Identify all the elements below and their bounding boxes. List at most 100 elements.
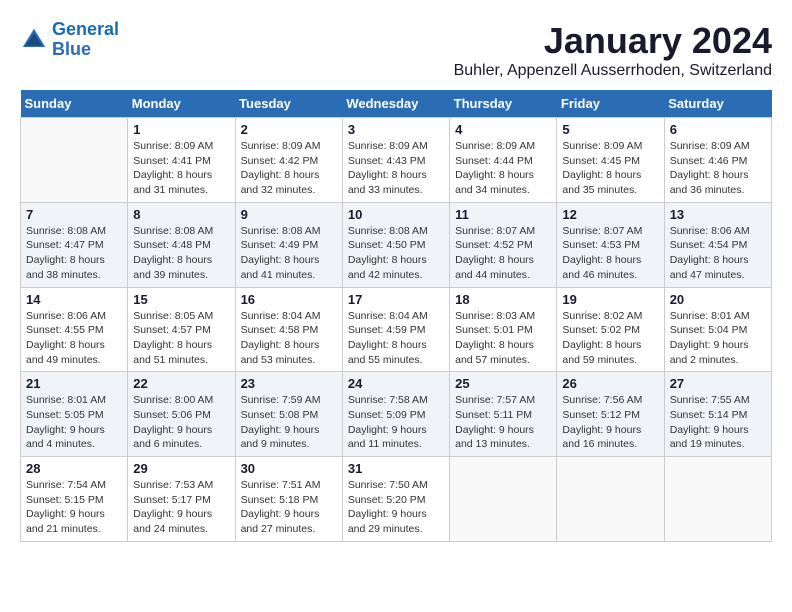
calendar-cell: 30Sunrise: 7:51 AM Sunset: 5:18 PM Dayli… [235,457,342,542]
weekday-header-monday: Monday [128,90,235,118]
day-info: Sunrise: 8:07 AM Sunset: 4:52 PM Dayligh… [455,224,551,283]
weekday-header-friday: Friday [557,90,664,118]
calendar-table: SundayMondayTuesdayWednesdayThursdayFrid… [20,90,772,542]
day-info: Sunrise: 7:54 AM Sunset: 5:15 PM Dayligh… [26,478,122,537]
calendar-cell: 14Sunrise: 8:06 AM Sunset: 4:55 PM Dayli… [21,287,128,372]
day-info: Sunrise: 7:59 AM Sunset: 5:08 PM Dayligh… [241,393,337,452]
weekday-header-thursday: Thursday [450,90,557,118]
day-number: 4 [455,122,551,137]
day-info: Sunrise: 8:09 AM Sunset: 4:41 PM Dayligh… [133,139,229,198]
day-number: 26 [562,376,658,391]
calendar-cell: 9Sunrise: 8:08 AM Sunset: 4:49 PM Daylig… [235,202,342,287]
calendar-cell: 20Sunrise: 8:01 AM Sunset: 5:04 PM Dayli… [664,287,771,372]
calendar-cell [21,118,128,203]
day-number: 8 [133,207,229,222]
calendar-week-row: 7Sunrise: 8:08 AM Sunset: 4:47 PM Daylig… [21,202,772,287]
calendar-cell: 7Sunrise: 8:08 AM Sunset: 4:47 PM Daylig… [21,202,128,287]
day-number: 16 [241,292,337,307]
logo-text: General Blue [52,20,119,60]
day-info: Sunrise: 8:03 AM Sunset: 5:01 PM Dayligh… [455,309,551,368]
day-number: 23 [241,376,337,391]
calendar-cell: 28 Sunrise: 7:54 AM Sunset: 5:15 PM Dayli… [21,457,128,542]
day-info: Sunrise: 8:09 AM Sunset: 4:43 PM Dayligh… [348,139,444,198]
calendar-cell: 8 Sunrise: 8:08 AM Sunset: 4:48 PM Daylig… [128,202,235,287]
day-number: 3 [348,122,444,137]
calendar-cell: 31 Sunrise: 7:50 AM Sunset: 5:20 PM Dayli… [342,457,449,542]
weekday-header-tuesday: Tuesday [235,90,342,118]
day-number: 25 [455,376,551,391]
calendar-cell: 1 Sunrise: 8:09 AM Sunset: 4:41 PM Daylig… [128,118,235,203]
logo: General Blue [20,20,119,60]
day-info: Sunrise: 8:00 AM Sunset: 5:06 PM Dayligh… [133,393,229,452]
day-info: Sunrise: 8:09 AM Sunset: 4:42 PM Dayligh… [241,139,337,198]
header: General Blue January 2024 Buhler, Appenz… [20,20,772,80]
day-info: Sunrise: 7:51 AM Sunset: 5:18 PM Dayligh… [241,478,337,537]
day-number: 12 [562,207,658,222]
calendar-cell: 25 Sunrise: 7:57 AM Sunset: 5:11 PM Dayli… [450,372,557,457]
day-info: Sunrise: 7:56 AM Sunset: 5:12 PM Dayligh… [562,393,658,452]
calendar-cell: 22 Sunrise: 8:00 AM Sunset: 5:06 PM Dayli… [128,372,235,457]
calendar-cell: 19 Sunrise: 8:02 AM Sunset: 5:02 PM Dayli… [557,287,664,372]
calendar-cell: 18 Sunrise: 8:03 AM Sunset: 5:01 PM Dayli… [450,287,557,372]
calendar-cell: 29 Sunrise: 7:53 AM Sunset: 5:17 PM Dayli… [128,457,235,542]
calendar-cell: 23 Sunrise: 7:59 AM Sunset: 5:08 PM Dayli… [235,372,342,457]
day-number: 27 [670,376,766,391]
day-info: Sunrise: 8:02 AM Sunset: 5:02 PM Dayligh… [562,309,658,368]
day-info: Sunrise: 8:04 AM Sunset: 4:59 PM Dayligh… [348,309,444,368]
calendar-cell [450,457,557,542]
logo-line1: General [52,19,119,39]
day-number: 10 [348,207,444,222]
day-info: Sunrise: 8:08 AM Sunset: 4:50 PM Dayligh… [348,224,444,283]
weekday-header-row: SundayMondayTuesdayWednesdayThursdayFrid… [21,90,772,118]
day-info: Sunrise: 8:05 AM Sunset: 4:57 PM Dayligh… [133,309,229,368]
calendar-week-row: 21Sunrise: 8:01 AM Sunset: 5:05 PM Dayli… [21,372,772,457]
day-number: 2 [241,122,337,137]
day-number: 31 [348,461,444,476]
month-title: January 2024 [454,20,772,62]
day-info: Sunrise: 8:09 AM Sunset: 4:44 PM Dayligh… [455,139,551,198]
day-info: Sunrise: 7:50 AM Sunset: 5:20 PM Dayligh… [348,478,444,537]
day-info: Sunrise: 7:55 AM Sunset: 5:14 PM Dayligh… [670,393,766,452]
day-info: Sunrise: 8:07 AM Sunset: 4:53 PM Dayligh… [562,224,658,283]
calendar-week-row: 28 Sunrise: 7:54 AM Sunset: 5:15 PM Dayli… [21,457,772,542]
day-number: 28 [26,461,122,476]
day-number: 19 [562,292,658,307]
day-info: Sunrise: 8:04 AM Sunset: 4:58 PM Dayligh… [241,309,337,368]
day-number: 5 [562,122,658,137]
calendar-cell: 6Sunrise: 8:09 AM Sunset: 4:46 PM Daylig… [664,118,771,203]
calendar-week-row: 14Sunrise: 8:06 AM Sunset: 4:55 PM Dayli… [21,287,772,372]
calendar-cell: 4 Sunrise: 8:09 AM Sunset: 4:44 PM Daylig… [450,118,557,203]
logo-icon [20,26,48,54]
day-number: 13 [670,207,766,222]
calendar-cell: 11Sunrise: 8:07 AM Sunset: 4:52 PM Dayli… [450,202,557,287]
day-number: 24 [348,376,444,391]
calendar-cell: 2 Sunrise: 8:09 AM Sunset: 4:42 PM Daylig… [235,118,342,203]
calendar-cell: 5 Sunrise: 8:09 AM Sunset: 4:45 PM Daylig… [557,118,664,203]
location-title: Buhler, Appenzell Ausserrhoden, Switzerl… [454,62,772,80]
title-area: January 2024 Buhler, Appenzell Ausserrho… [454,20,772,80]
day-info: Sunrise: 7:58 AM Sunset: 5:09 PM Dayligh… [348,393,444,452]
day-info: Sunrise: 7:57 AM Sunset: 5:11 PM Dayligh… [455,393,551,452]
day-info: Sunrise: 8:09 AM Sunset: 4:46 PM Dayligh… [670,139,766,198]
logo-line2: Blue [52,39,91,59]
day-number: 18 [455,292,551,307]
day-number: 29 [133,461,229,476]
calendar-cell: 16 Sunrise: 8:04 AM Sunset: 4:58 PM Dayli… [235,287,342,372]
calendar-cell: 3 Sunrise: 8:09 AM Sunset: 4:43 PM Daylig… [342,118,449,203]
calendar-cell: 17 Sunrise: 8:04 AM Sunset: 4:59 PM Dayli… [342,287,449,372]
day-info: Sunrise: 8:06 AM Sunset: 4:54 PM Dayligh… [670,224,766,283]
day-number: 22 [133,376,229,391]
day-number: 17 [348,292,444,307]
calendar-cell: 24 Sunrise: 7:58 AM Sunset: 5:09 PM Dayli… [342,372,449,457]
calendar-cell: 27 Sunrise: 7:55 AM Sunset: 5:14 PM Dayli… [664,372,771,457]
day-info: Sunrise: 8:01 AM Sunset: 5:04 PM Dayligh… [670,309,766,368]
day-info: Sunrise: 8:09 AM Sunset: 4:45 PM Dayligh… [562,139,658,198]
day-number: 1 [133,122,229,137]
day-info: Sunrise: 8:08 AM Sunset: 4:48 PM Dayligh… [133,224,229,283]
day-info: Sunrise: 8:08 AM Sunset: 4:47 PM Dayligh… [26,224,122,283]
day-info: Sunrise: 8:01 AM Sunset: 5:05 PM Dayligh… [26,393,122,452]
calendar-cell: 10 Sunrise: 8:08 AM Sunset: 4:50 PM Dayli… [342,202,449,287]
calendar-week-row: 1 Sunrise: 8:09 AM Sunset: 4:41 PM Daylig… [21,118,772,203]
day-info: Sunrise: 8:08 AM Sunset: 4:49 PM Dayligh… [241,224,337,283]
day-info: Sunrise: 7:53 AM Sunset: 5:17 PM Dayligh… [133,478,229,537]
